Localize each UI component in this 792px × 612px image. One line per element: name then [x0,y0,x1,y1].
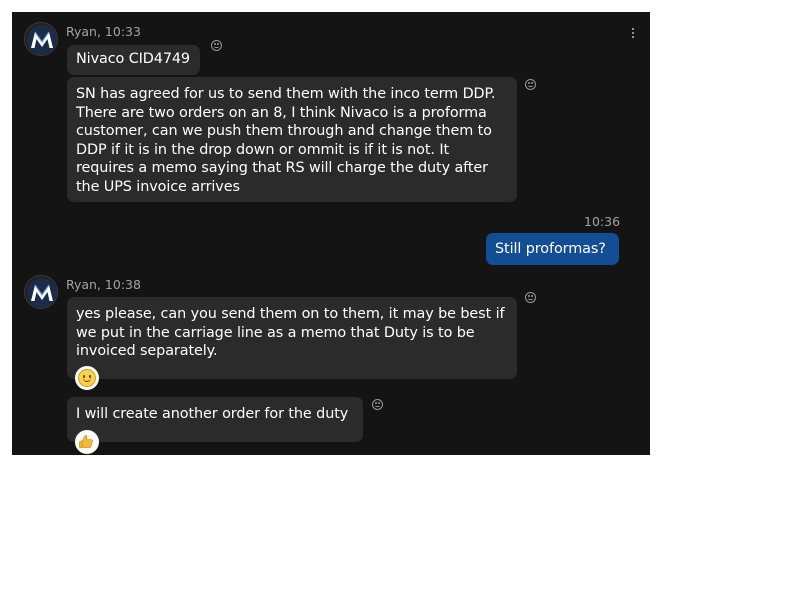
message-bubble[interactable]: Nivaco CID4749 [67,45,200,75]
m-logo-avatar [27,278,57,308]
smile-reaction[interactable] [75,366,99,390]
message-bubble[interactable]: SN has agreed for us to send them with t… [67,77,517,202]
thumbs-up-reaction[interactable] [75,430,99,454]
message-text: yes please, can you send them on to them… [76,306,505,359]
add-reaction-icon[interactable] [525,79,536,90]
message-header: Ryan, 10:38 [66,277,141,292]
message-text: Nivaco CID4749 [76,51,190,67]
avatar[interactable] [24,275,58,309]
add-reaction-icon[interactable] [372,399,383,410]
chat-thread: Ryan, 10:33 Nivaco CID4749 SN has agreed… [12,12,650,455]
message-text: I will create another order for the duty [76,406,349,422]
message-bubble[interactable]: yes please, can you send them on to them… [67,297,517,379]
message-header: Ryan, 10:33 [66,24,141,39]
message-bubble-outgoing[interactable]: Still proformas? [486,233,619,265]
more-options-icon[interactable] [630,26,636,40]
message-text: Still proformas? [495,241,606,257]
message-bubble[interactable]: I will create another order for the duty [67,397,363,442]
smile-emoji-icon [78,369,96,387]
avatar[interactable] [24,22,58,56]
add-reaction-icon[interactable] [525,292,536,303]
add-reaction-icon[interactable] [211,40,222,51]
message-text: SN has agreed for us to send them with t… [76,86,496,195]
m-logo-avatar [27,25,57,55]
message-time: 10:36 [584,214,621,229]
thumbs-up-icon [79,435,93,449]
